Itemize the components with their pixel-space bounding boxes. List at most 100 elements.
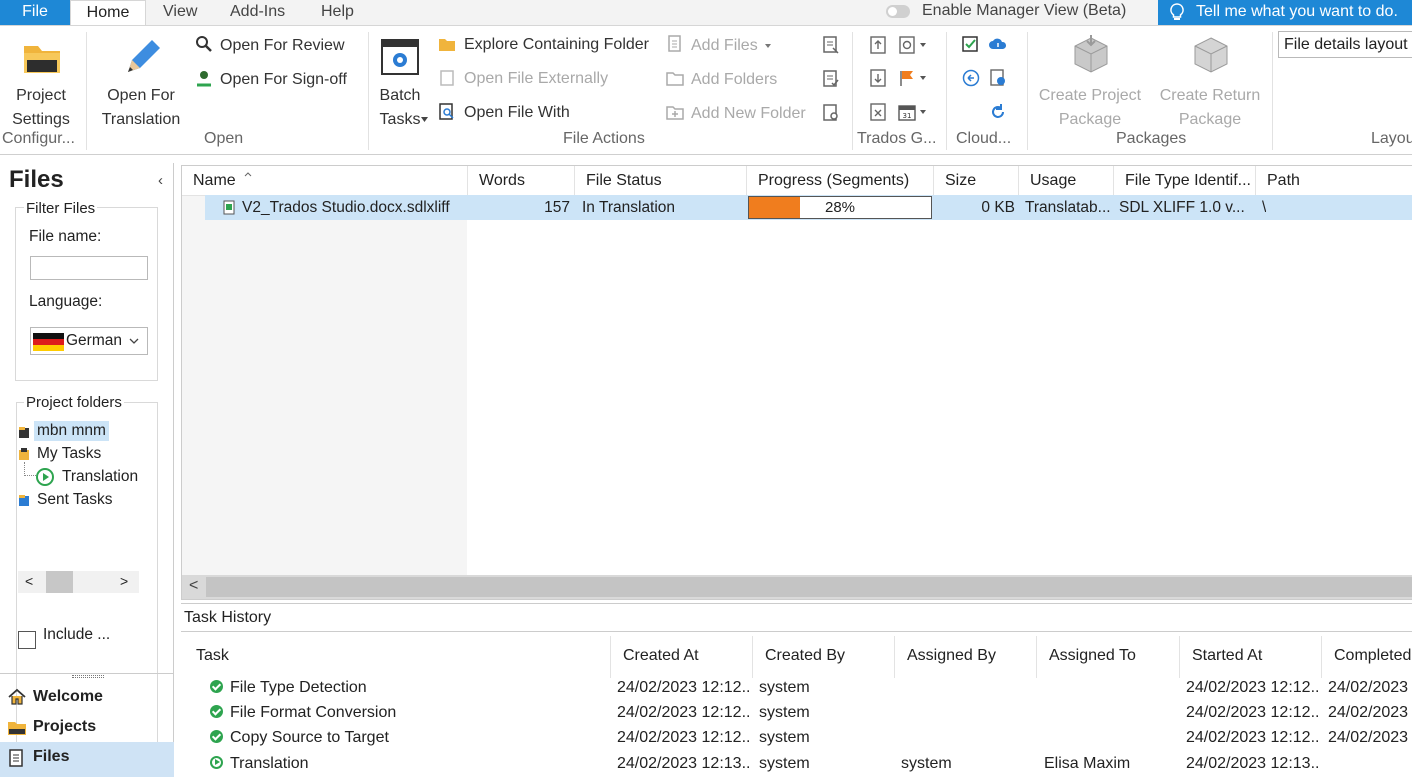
open-for-review-button[interactable]: Open For Review <box>193 34 363 58</box>
tab-view[interactable]: View <box>147 0 213 25</box>
open-with-icon <box>439 103 454 120</box>
create-return-package-label-2: Package <box>1178 111 1242 128</box>
scrollbar-thumb[interactable] <box>206 577 1412 597</box>
column-header-name[interactable]: Name <box>182 166 468 196</box>
checkbox-checked-icon[interactable] <box>962 35 980 53</box>
document-cloud-icon[interactable] <box>989 69 1007 87</box>
batch-tasks-button[interactable]: Batch Tasks <box>372 30 430 130</box>
open-file-with-button[interactable]: Open File With <box>437 101 637 125</box>
document-edit-icon[interactable] <box>822 36 840 54</box>
task-row[interactable]: Copy Source to Target 24/02/2023 12:12..… <box>181 726 1412 750</box>
pane-title: Files <box>9 166 64 193</box>
file-name-input[interactable] <box>30 256 148 280</box>
scroll-right-icon[interactable]: > <box>120 573 128 589</box>
project-settings-icon <box>24 46 60 73</box>
column-header-words[interactable]: Words <box>468 166 575 196</box>
undo-icon[interactable] <box>962 69 980 87</box>
th-header-task[interactable]: Task <box>184 636 611 678</box>
horizontal-scrollbar[interactable]: < > <box>18 571 139 593</box>
cloud-upload-icon[interactable] <box>989 35 1007 53</box>
tab-file[interactable]: File <box>0 0 70 25</box>
flag-icon[interactable] <box>898 69 916 87</box>
created-by-cell: system <box>759 755 810 772</box>
tab-home[interactable]: Home <box>70 0 146 25</box>
folder-mbn-mnm[interactable]: mbn mnm <box>34 421 109 441</box>
download-icon[interactable] <box>869 69 887 87</box>
manager-view-toggle[interactable] <box>886 5 910 18</box>
sync-document-icon[interactable] <box>898 36 916 54</box>
divider <box>181 631 1412 632</box>
check-circle-icon <box>210 705 223 718</box>
splitter-grip[interactable] <box>72 675 104 678</box>
column-header-usage[interactable]: Usage <box>1019 166 1114 196</box>
add-folders-button[interactable]: Add Folders <box>664 68 794 92</box>
dropdown-arrow-icon <box>920 76 926 80</box>
configure-group-label: Configur... <box>2 130 75 147</box>
upload-icon[interactable] <box>869 36 887 54</box>
add-files-icon <box>668 35 681 52</box>
document-remove-icon[interactable] <box>869 103 887 121</box>
th-header-assigned-to[interactable]: Assigned To <box>1037 636 1180 678</box>
svg-text:31: 31 <box>903 112 912 120</box>
nav-projects[interactable]: Projects <box>0 712 174 742</box>
layout-dropdown[interactable]: File details layout <box>1278 31 1412 58</box>
signoff-icon <box>197 71 211 87</box>
tab-add-ins[interactable]: Add-Ins <box>214 0 301 25</box>
folder-my-tasks[interactable]: My Tasks <box>37 445 101 463</box>
explore-containing-folder-button[interactable]: Explore Containing Folder <box>437 33 661 57</box>
column-header-progress[interactable]: Progress (Segments) <box>747 166 934 196</box>
assigned-by-cell: system <box>901 755 952 772</box>
explore-containing-folder-label: Explore Containing Folder <box>464 36 649 53</box>
language-select[interactable]: German <box>30 327 148 355</box>
folder-translation[interactable]: Translation <box>62 468 138 486</box>
scroll-left-icon[interactable]: < <box>189 577 198 595</box>
create-project-package-button[interactable]: Create Project Package <box>1034 30 1146 130</box>
th-header-assigned-by[interactable]: Assigned By <box>895 636 1037 678</box>
language-label: Language: <box>29 293 103 310</box>
task-row[interactable]: File Type Detection 24/02/2023 12:12... … <box>181 676 1412 700</box>
tell-me-box[interactable]: Tell me what you want to do. <box>1158 0 1412 25</box>
column-header-file-type[interactable]: File Type Identif... <box>1114 166 1256 196</box>
task-row[interactable]: File Format Conversion 24/02/2023 12:12.… <box>181 701 1412 725</box>
nav-welcome[interactable]: Welcome <box>0 682 174 712</box>
calendar-icon[interactable]: 31 <box>898 103 916 121</box>
column-header-size[interactable]: Size <box>934 166 1019 196</box>
collapse-pane-icon[interactable]: ‹ <box>158 172 163 189</box>
task-cell: File Format Conversion <box>210 701 396 725</box>
document-search-icon[interactable] <box>822 104 840 122</box>
file-name-label: File name: <box>29 228 102 245</box>
file-row[interactable]: V2_Trados Studio.docx.sdlxliff 157 In Tr… <box>205 195 1412 220</box>
th-header-started-at[interactable]: Started At <box>1180 636 1322 678</box>
scrollbar-thumb[interactable] <box>46 571 73 593</box>
include-checkbox[interactable] <box>18 631 36 649</box>
grid-horizontal-scrollbar[interactable]: < <box>182 575 1412 599</box>
open-group-label: Open <box>204 130 244 147</box>
files-navigation-pane: Files ‹ Filter Files File name: Language… <box>0 163 174 777</box>
th-header-created-by[interactable]: Created By <box>753 636 895 678</box>
layout-group-label: Layou <box>1371 130 1412 147</box>
open-file-externally-button[interactable]: Open File Externally <box>437 67 637 91</box>
nav-files[interactable]: Files <box>0 742 174 777</box>
progress-label: 28% <box>824 199 856 216</box>
refresh-icon[interactable] <box>989 103 1007 121</box>
check-circle-icon <box>210 680 223 693</box>
started-at-cell: 24/02/2023 12:13... <box>1186 755 1318 772</box>
created-by-cell: system <box>759 704 810 721</box>
th-header-completed[interactable]: Completed <box>1322 636 1412 678</box>
document-check-icon[interactable] <box>822 70 840 88</box>
include-label: Include ... <box>43 626 111 643</box>
th-header-created-at[interactable]: Created At <box>611 636 753 678</box>
project-settings-button[interactable]: Project Settings <box>2 30 80 130</box>
add-files-button[interactable]: Add Files <box>664 34 784 58</box>
scroll-left-icon[interactable]: < <box>25 573 33 589</box>
create-return-package-button[interactable]: Create Return Package <box>1154 30 1266 130</box>
column-header-file-status[interactable]: File Status <box>575 166 747 196</box>
folder-sent-tasks[interactable]: Sent Tasks <box>37 491 113 509</box>
tab-help[interactable]: Help <box>305 0 370 25</box>
file-actions-group-label: File Actions <box>563 130 645 147</box>
open-for-translation-button[interactable]: Open For Translation <box>96 30 186 130</box>
open-for-signoff-button[interactable]: Open For Sign-off <box>193 68 363 92</box>
add-new-folder-button[interactable]: Add New Folder <box>664 102 824 126</box>
task-row[interactable]: Translation 24/02/2023 12:13... system s… <box>181 752 1412 776</box>
column-header-path[interactable]: Path <box>1256 166 1412 196</box>
